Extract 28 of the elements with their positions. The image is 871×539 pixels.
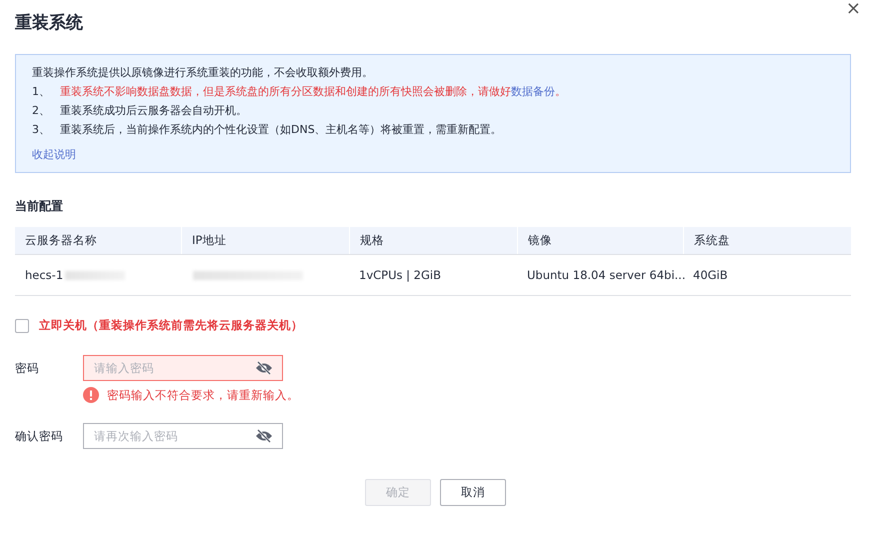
error-icon <box>83 387 99 403</box>
notice-item: 3、 重装系统后，当前操作系统内的个性化设置（如DNS、主机名等）将被重置，需重新配置。 <box>32 122 503 138</box>
notice-text: 重装操作系统提供以原镜像进行系统重装的功能，不会收取额外费用。 <box>32 65 374 81</box>
column-header: IP地址 <box>181 227 349 254</box>
checkbox[interactable] <box>15 318 29 332</box>
eye-hidden-icon[interactable] <box>255 429 273 443</box>
password-field[interactable]: 请再次输入密码 <box>83 423 283 449</box>
column-header: 规格 <box>349 227 517 254</box>
column-header: 镜像 <box>517 227 683 254</box>
dialog-title: 重装系统 <box>15 12 83 34</box>
collapse-link[interactable]: 收起说明 <box>32 145 76 164</box>
column-header: 系统盘 <box>683 227 851 254</box>
notice-item: 1、 重装系统不影响数据盘数据，但是系统盘的所有分区数据和创建的所有快照会被删除，请做好数据备份。 <box>32 84 567 100</box>
section-title: 当前配置 <box>15 198 63 215</box>
table-cell: Ubuntu 18.04 server 64bi... <box>517 254 683 296</box>
notice-item: 2、 重装系统成功后云服务器会自动开机。 <box>32 103 248 119</box>
eye-hidden-icon[interactable] <box>255 361 273 375</box>
dialog-button[interactable]: 取消 <box>440 479 506 506</box>
table-cell: hecs-1 <box>15 254 181 296</box>
field-label: 确认密码 <box>15 428 64 444</box>
column-header: 云服务器名称 <box>15 227 181 254</box>
field-label: 密码 <box>15 360 40 376</box>
error-message: 密码输入不符合要求，请重新输入。 <box>107 388 299 402</box>
backup-link[interactable]: 数据备份 <box>511 85 555 98</box>
table-cell: 40GiB <box>683 254 851 296</box>
table-cell: 1vCPUs | 2GiB <box>349 254 517 296</box>
checkbox-label: 立即关机（重装操作系统前需先将云服务器关机） <box>39 318 303 333</box>
password-field[interactable]: 请输入密码 <box>83 355 283 381</box>
